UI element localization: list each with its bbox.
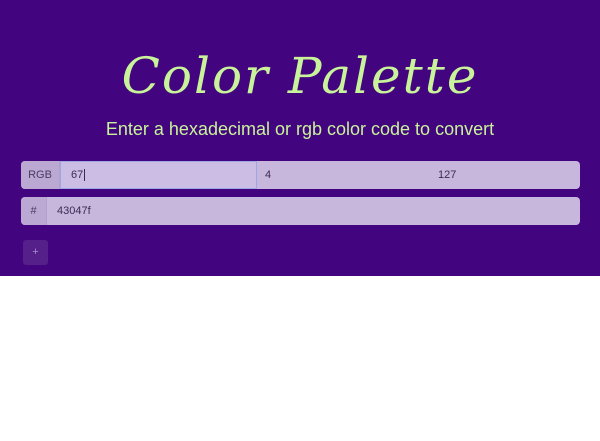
green-input[interactable]: 4 bbox=[255, 161, 428, 189]
add-color-button[interactable]: + bbox=[23, 240, 48, 265]
color-palette-panel: Color Palette Enter a hexadecimal or rgb… bbox=[0, 0, 600, 276]
red-input[interactable]: 67 bbox=[60, 161, 257, 189]
hex-input-value: 43047f bbox=[57, 205, 91, 217]
rgb-input-group: RGB 67 4 127 bbox=[21, 161, 580, 189]
rgb-prefix-label: RGB bbox=[21, 161, 60, 189]
hex-prefix-label: # bbox=[21, 197, 47, 225]
red-input-value: 67 bbox=[71, 169, 84, 181]
hex-input-group: # 43047f bbox=[21, 197, 580, 225]
page-title: Color Palette bbox=[121, 47, 479, 105]
text-cursor bbox=[84, 169, 86, 182]
green-input-value: 4 bbox=[265, 169, 272, 181]
blue-input-value: 127 bbox=[438, 169, 457, 181]
page-subtitle: Enter a hexadecimal or rgb color code to… bbox=[105, 119, 495, 139]
blue-input[interactable]: 127 bbox=[428, 161, 580, 189]
hex-input[interactable]: 43047f bbox=[47, 197, 580, 225]
